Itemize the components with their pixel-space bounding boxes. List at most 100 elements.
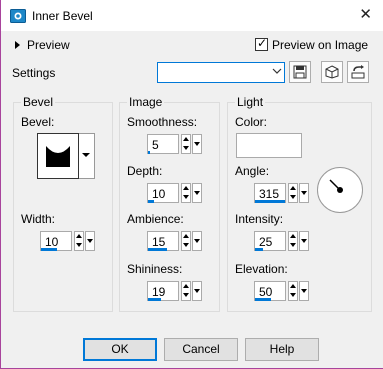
window-title: Inner Bevel [32, 9, 93, 23]
width-slider-bar [41, 248, 57, 251]
ambience-value: 15 [152, 235, 166, 249]
arrow-up-icon [290, 284, 296, 288]
depth-field[interactable]: 10 [147, 183, 179, 203]
shininess-spinner[interactable]: 19 [147, 281, 202, 301]
load-preset-icon [325, 65, 339, 79]
preview-toggle[interactable]: Preview [15, 38, 70, 52]
settings-label: Settings [12, 66, 56, 80]
chevron-down-icon [272, 68, 282, 74]
elevation-slider-dropdown[interactable] [299, 281, 309, 301]
dropdown-arrow-icon [301, 289, 307, 293]
arrow-up-icon [183, 284, 189, 288]
ok-button[interactable]: OK [83, 338, 157, 361]
load-preset-button[interactable] [321, 61, 343, 83]
intensity-value: 25 [259, 235, 273, 249]
elevation-spinner[interactable]: 50 [254, 281, 309, 301]
dropdown-arrow-icon [194, 289, 200, 293]
intensity-field[interactable]: 25 [254, 231, 286, 251]
smoothness-label: Smoothness: [127, 115, 198, 129]
bevel-shape-preview[interactable] [37, 133, 79, 179]
light-color-swatch[interactable] [236, 133, 302, 158]
arrow-down-icon [76, 243, 82, 247]
intensity-label: Intensity: [235, 212, 284, 226]
arrow-down-icon [183, 243, 189, 247]
bevel-group-title: Bevel [21, 95, 56, 109]
arrow-up-icon [76, 234, 82, 238]
arrow-down-icon [290, 243, 296, 247]
bevel-shape-label: Bevel: [21, 115, 55, 129]
angle-slider-dropdown[interactable] [299, 183, 309, 203]
smoothness-spinner[interactable]: 5 [147, 134, 202, 154]
expand-triangle-icon [15, 41, 20, 49]
shininess-slider-dropdown[interactable] [192, 281, 202, 301]
settings-preset-select[interactable] [157, 62, 285, 83]
arrow-down-icon [183, 146, 189, 150]
shininess-stepper[interactable] [181, 281, 191, 301]
angle-spinner[interactable]: 315 [254, 183, 309, 203]
ambience-spinner[interactable]: 15 [147, 231, 202, 251]
ambience-stepper[interactable] [181, 231, 191, 251]
save-preset-button[interactable] [289, 61, 311, 83]
dropdown-arrow-icon [82, 153, 90, 157]
smoothness-field[interactable]: 5 [147, 134, 179, 154]
smoothness-slider-dropdown[interactable] [192, 134, 202, 154]
width-spinner[interactable]: 10 [40, 231, 95, 251]
preview-on-image-label: Preview on Image [272, 38, 369, 52]
dropdown-arrow-icon [194, 239, 200, 243]
cancel-button[interactable]: Cancel [164, 338, 238, 361]
preview-on-image-checkbox[interactable]: ✓ [255, 36, 268, 51]
width-stepper[interactable] [74, 231, 84, 251]
arrow-up-icon [183, 234, 189, 238]
depth-slider-dropdown[interactable] [192, 183, 202, 203]
reset-button[interactable] [347, 61, 369, 83]
elevation-field[interactable]: 50 [254, 281, 286, 301]
width-label: Width: [21, 212, 56, 226]
width-field[interactable]: 10 [40, 231, 72, 251]
bevel-shape-dropdown[interactable] [79, 133, 95, 179]
arrow-down-icon [183, 293, 189, 297]
smoothness-slider-bar [148, 151, 150, 154]
angle-stepper[interactable] [288, 183, 298, 203]
bevel-shape-icon [46, 146, 70, 167]
ambience-slider-dropdown[interactable] [192, 231, 202, 251]
shininess-label: Shininess: [127, 262, 183, 276]
title-bar[interactable]: Inner Bevel ✕ [1, 0, 383, 31]
depth-value: 10 [152, 187, 166, 201]
angle-dial[interactable] [317, 167, 363, 213]
dialog-window: Inner Bevel ✕ Preview ✓ Preview on Image… [0, 0, 383, 369]
help-button[interactable]: Help [245, 338, 319, 361]
angle-label: Angle: [235, 164, 270, 178]
angle-field[interactable]: 315 [254, 183, 286, 203]
intensity-spinner[interactable]: 25 [254, 231, 309, 251]
depth-label: Depth: [127, 164, 163, 178]
reset-icon [351, 65, 365, 79]
color-label: Color: [235, 115, 268, 129]
shininess-value: 19 [152, 285, 166, 299]
dropdown-arrow-icon [301, 191, 307, 195]
checkmark-icon: ✓ [257, 36, 268, 50]
arrow-up-icon [290, 186, 296, 190]
shininess-field[interactable]: 19 [147, 281, 179, 301]
elevation-stepper[interactable] [288, 281, 298, 301]
arrow-down-icon [290, 195, 296, 199]
dropdown-arrow-icon [301, 239, 307, 243]
intensity-stepper[interactable] [288, 231, 298, 251]
depth-stepper[interactable] [181, 183, 191, 203]
light-group-title: Light [235, 95, 266, 109]
depth-spinner[interactable]: 10 [147, 183, 202, 203]
smoothness-stepper[interactable] [181, 134, 191, 154]
app-icon [10, 9, 26, 23]
smoothness-value: 5 [152, 138, 159, 152]
arrow-up-icon [183, 137, 189, 141]
angle-value: 315 [259, 187, 280, 201]
elevation-value: 50 [259, 285, 273, 299]
close-icon[interactable]: ✕ [359, 6, 372, 22]
arrow-down-icon [183, 195, 189, 199]
ambience-field[interactable]: 15 [147, 231, 179, 251]
width-value: 10 [45, 235, 59, 249]
shininess-slider-bar [148, 298, 161, 301]
image-group-title: Image [127, 95, 165, 109]
width-slider-dropdown[interactable] [85, 231, 95, 251]
intensity-slider-dropdown[interactable] [299, 231, 309, 251]
angle-needle-icon [329, 179, 343, 193]
